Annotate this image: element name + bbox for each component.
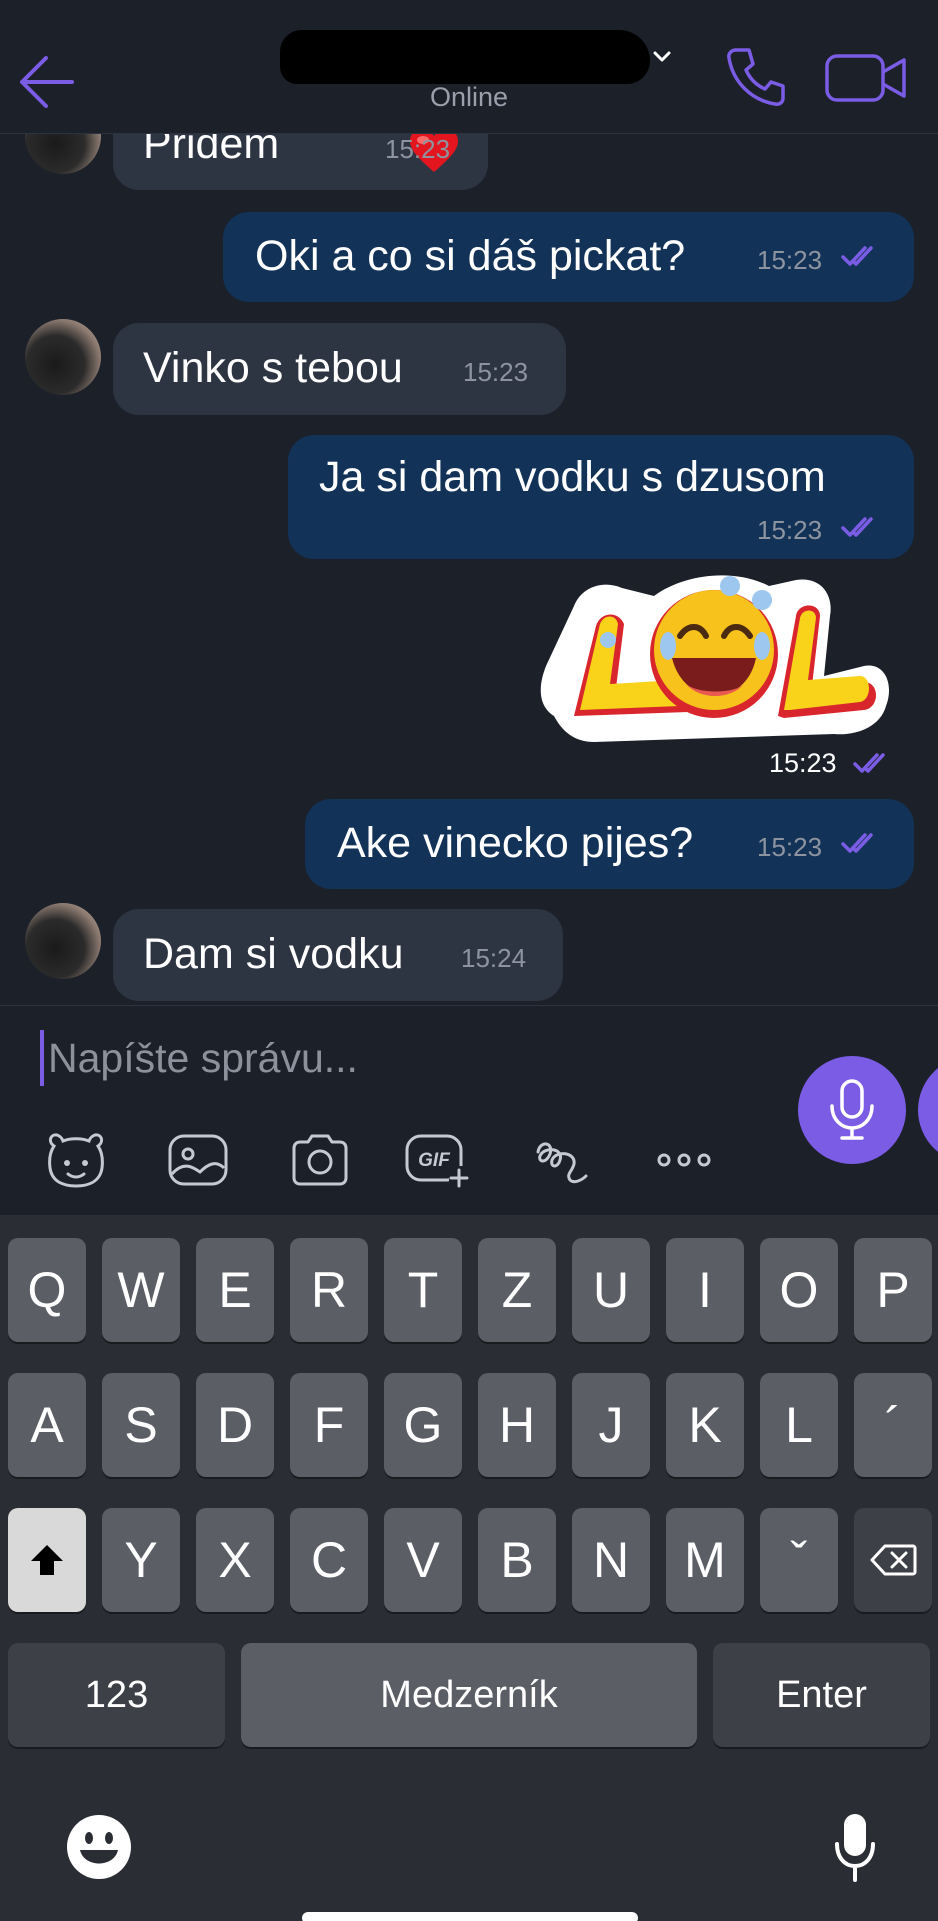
home-indicator[interactable] xyxy=(302,1912,638,1921)
message-list[interactable]: Pridem 15:23 Oki a co si dáš pickat? 15:… xyxy=(0,0,938,1005)
key-w[interactable]: W xyxy=(102,1238,180,1342)
key-caron[interactable]: ˇ xyxy=(760,1508,838,1612)
message-text: Dam si vodku xyxy=(143,930,404,978)
key-o[interactable]: O xyxy=(760,1238,838,1342)
svg-text:GIF: GIF xyxy=(418,1150,451,1171)
key-p[interactable]: P xyxy=(854,1238,932,1342)
key-n[interactable]: N xyxy=(572,1508,650,1612)
key-x[interactable]: X xyxy=(196,1508,274,1612)
read-ticks-icon xyxy=(841,246,873,266)
message-time: 15:23 xyxy=(385,134,451,164)
key-acute-accent[interactable]: ´ xyxy=(854,1373,932,1477)
key-r[interactable]: R xyxy=(290,1238,368,1342)
numbers-key[interactable]: 123 xyxy=(8,1643,225,1747)
read-ticks-icon xyxy=(841,517,873,537)
message-time: 15:23 xyxy=(757,245,823,275)
video-camera-icon[interactable] xyxy=(824,52,908,104)
message-bubble-outgoing[interactable]: Ake vinecko pijes? 15:23 xyxy=(305,799,914,889)
key-g[interactable]: G xyxy=(384,1373,462,1477)
voice-message-button[interactable] xyxy=(798,1056,906,1164)
message-text: Ake vinecko pijes? xyxy=(337,819,694,867)
read-ticks-icon xyxy=(841,833,873,853)
backspace-icon xyxy=(870,1544,917,1576)
message-text: Vinko s tebou xyxy=(143,344,403,392)
key-a[interactable]: A xyxy=(8,1373,86,1477)
key-z[interactable]: Z xyxy=(478,1238,556,1342)
doodle-icon[interactable] xyxy=(530,1130,594,1190)
key-y[interactable]: Y xyxy=(102,1508,180,1612)
backspace-key[interactable] xyxy=(854,1508,932,1612)
key-v[interactable]: V xyxy=(384,1508,462,1612)
message-text: Oki a co si dáš pickat? xyxy=(255,232,686,280)
key-d[interactable]: D xyxy=(196,1373,274,1477)
message-bubble-outgoing[interactable]: Ja si dam vodku s dzusom 15:23 xyxy=(288,435,914,559)
space-key[interactable]: Medzerník xyxy=(241,1643,697,1747)
message-text: Ja si dam vodku s dzusom xyxy=(319,453,826,501)
message-bubble-incoming[interactable]: Vinko s tebou 15:23 xyxy=(113,323,566,415)
key-s[interactable]: S xyxy=(102,1373,180,1477)
key-e[interactable]: E xyxy=(196,1238,274,1342)
contact-avatar[interactable] xyxy=(25,903,101,979)
lol-sticker[interactable] xyxy=(534,566,894,746)
key-c[interactable]: C xyxy=(290,1508,368,1612)
contact-status: Online xyxy=(429,82,509,112)
sticker-icon[interactable] xyxy=(44,1130,108,1190)
message-bubble-incoming[interactable]: Dam si vodku 15:24 xyxy=(113,909,563,1001)
message-input[interactable] xyxy=(48,1028,748,1088)
key-f[interactable]: F xyxy=(290,1373,368,1477)
back-arrow-icon[interactable] xyxy=(16,54,80,110)
read-ticks-icon xyxy=(853,753,885,773)
key-h[interactable]: H xyxy=(478,1373,556,1477)
key-u[interactable]: U xyxy=(572,1238,650,1342)
text-cursor xyxy=(40,1030,44,1086)
chevron-down-icon[interactable] xyxy=(652,50,672,64)
camera-icon[interactable] xyxy=(288,1130,352,1190)
microphone-icon xyxy=(830,1079,874,1140)
message-time: 15:23 xyxy=(757,832,823,862)
key-l[interactable]: L xyxy=(760,1373,838,1477)
message-time: 15:23 xyxy=(769,748,837,778)
message-time: 15:23 xyxy=(757,515,823,545)
key-b[interactable]: B xyxy=(478,1508,556,1612)
gallery-icon[interactable] xyxy=(166,1130,230,1190)
key-k[interactable]: K xyxy=(666,1373,744,1477)
message-time: 15:23 xyxy=(463,357,529,387)
message-time: 15:24 xyxy=(461,943,527,973)
key-j[interactable]: J xyxy=(572,1373,650,1477)
more-icon[interactable] xyxy=(652,1130,716,1190)
shift-arrow-icon xyxy=(31,1545,63,1575)
key-m[interactable]: M xyxy=(666,1508,744,1612)
contact-avatar[interactable] xyxy=(25,319,101,395)
emoji-keyboard-icon[interactable] xyxy=(64,1812,134,1882)
message-bubble-outgoing[interactable]: Oki a co si dáš pickat? 15:23 xyxy=(223,212,914,302)
key-i[interactable]: I xyxy=(666,1238,744,1342)
chat-screen: Pridem 15:23 Oki a co si dáš pickat? 15:… xyxy=(0,0,938,1921)
chat-header: Online xyxy=(0,0,938,134)
contact-name-redacted[interactable] xyxy=(280,30,650,84)
shift-key[interactable] xyxy=(8,1508,86,1612)
gif-icon[interactable]: GIF xyxy=(403,1130,473,1190)
phone-icon[interactable] xyxy=(725,46,787,108)
enter-key[interactable]: Enter xyxy=(713,1643,930,1747)
key-q[interactable]: Q xyxy=(8,1238,86,1342)
dictation-icon[interactable] xyxy=(834,1812,876,1884)
key-t[interactable]: T xyxy=(384,1238,462,1342)
